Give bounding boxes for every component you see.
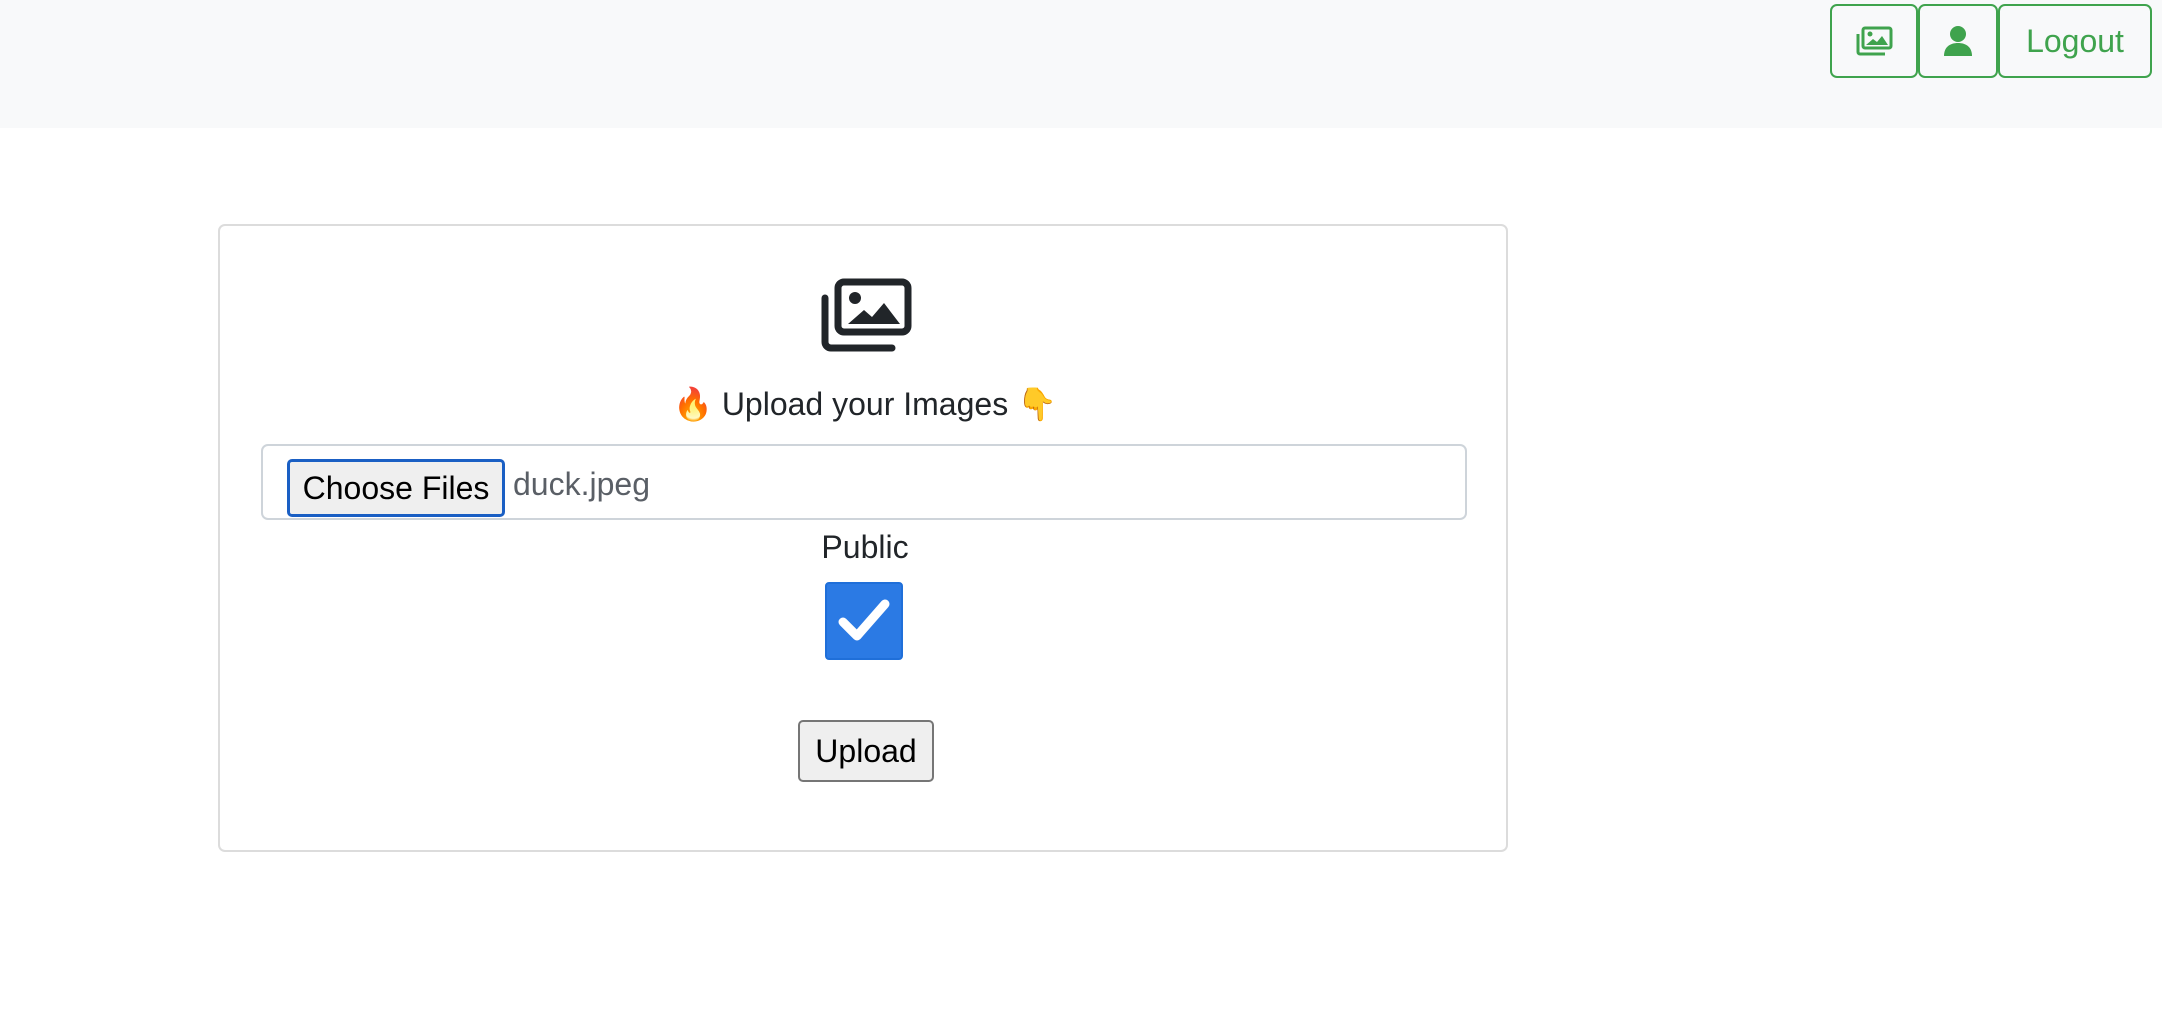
selected-file-name: duck.jpeg xyxy=(513,466,650,502)
profile-button[interactable] xyxy=(1918,4,1998,78)
file-input[interactable]: Choose Files duck.jpeg xyxy=(261,444,1467,520)
public-checkbox[interactable] xyxy=(825,582,903,660)
images-icon xyxy=(821,278,912,352)
upload-button[interactable]: Upload xyxy=(798,720,934,782)
choose-files-button[interactable]: Choose Files xyxy=(287,459,505,517)
gallery-button[interactable] xyxy=(1830,4,1918,78)
upload-card: 🔥 Upload your Images 👇 Choose Files duck… xyxy=(218,224,1508,852)
user-icon xyxy=(1944,26,1972,56)
images-icon xyxy=(1856,26,1893,56)
logout-button[interactable]: Logout xyxy=(1998,4,2152,78)
checkmark-icon xyxy=(838,599,890,641)
public-label: Public xyxy=(821,529,909,565)
upload-heading: 🔥 Upload your Images 👇 xyxy=(673,386,1057,422)
top-navbar: Logout xyxy=(0,0,2162,128)
